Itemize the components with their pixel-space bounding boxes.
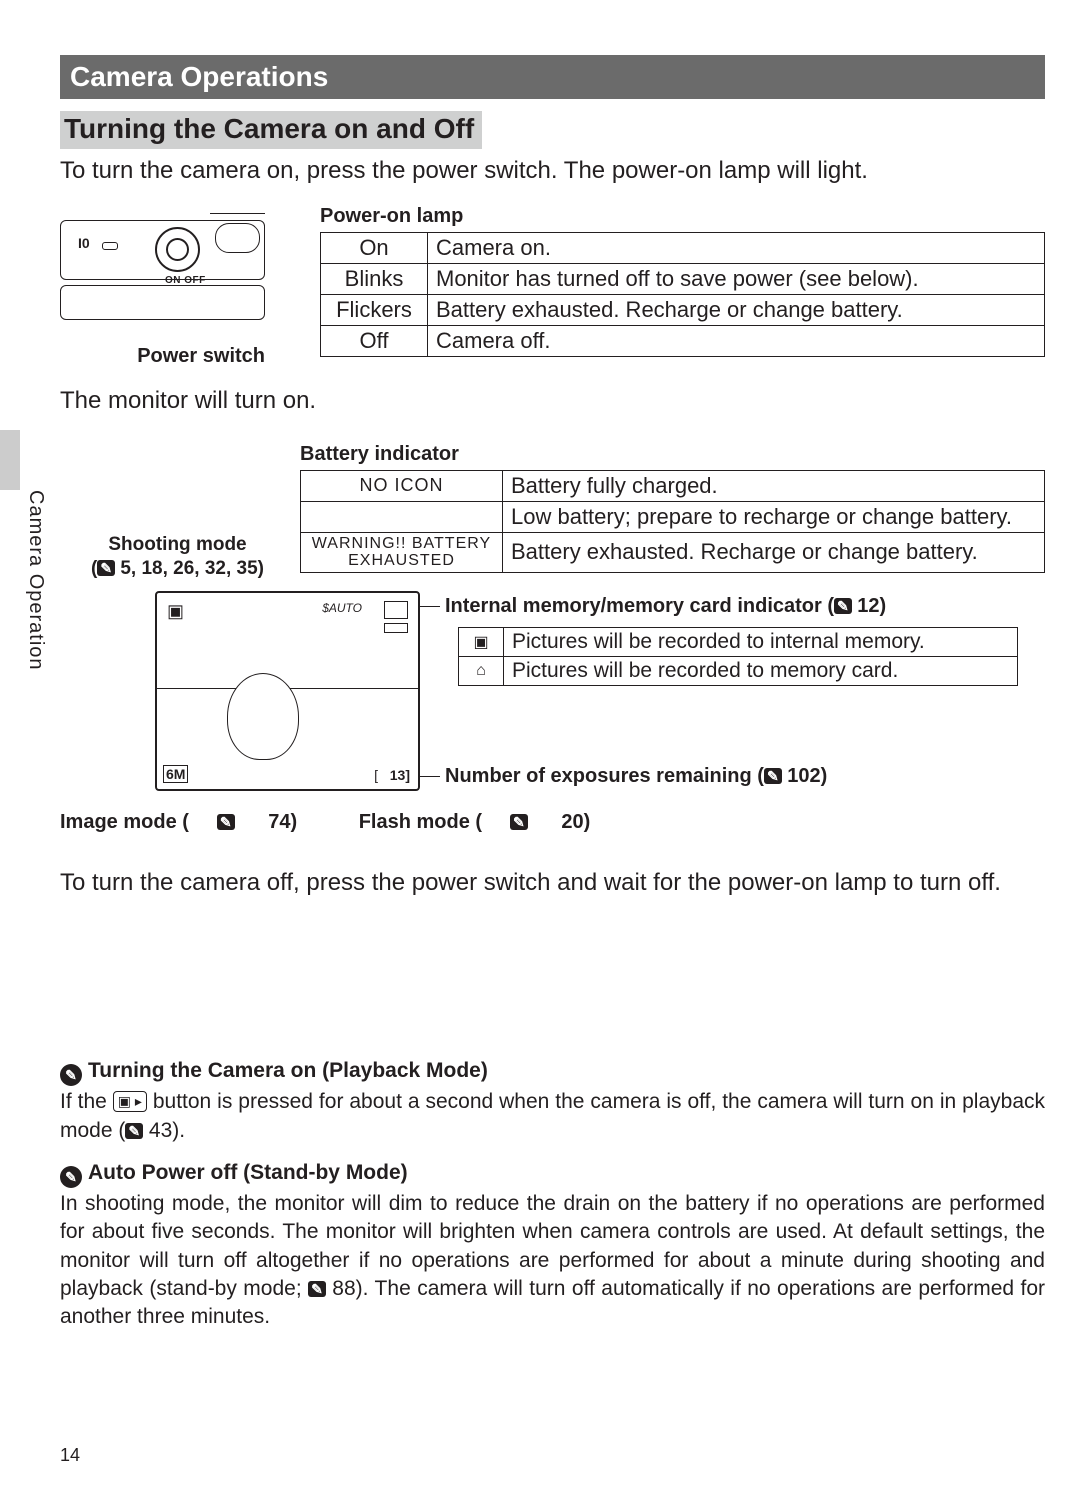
diagram-io-text: I0 — [78, 235, 90, 251]
section-title: Turning the Camera on and Off — [60, 111, 482, 149]
power-on-lamp-table: OnCamera on. BlinksMonitor has turned of… — [320, 232, 1045, 357]
memory-indicator-table: ▣Pictures will be recorded to internal m… — [458, 627, 1018, 686]
table-row: OnCamera on. — [321, 233, 1045, 264]
power-switch-diagram: I0 ON OFF Power switch — [60, 205, 265, 375]
table-row: OffCamera off. — [321, 326, 1045, 357]
lcd-bottom-labels: Image mode (✎ 74) Flash mode (✎ 20) — [60, 811, 646, 834]
reference-icon: ✎ — [834, 598, 852, 614]
table-row: NO ICONBattery fully charged. — [301, 470, 1045, 501]
reference-icon: ✎ — [510, 814, 528, 830]
side-tab-cap — [0, 430, 20, 490]
battery-indicator-table: NO ICONBattery fully charged. Low batter… — [300, 470, 1045, 573]
reference-icon: ✎ — [764, 768, 782, 784]
image-mode-icon: 6M — [163, 765, 188, 783]
lcd-diagram-block: ▣ $AUTO 6M [ 13] Internal memory/memory … — [60, 591, 1045, 861]
table-row: BlinksMonitor has turned off to save pow… — [321, 264, 1045, 295]
lcd-screen: ▣ $AUTO 6M [ 13] — [155, 591, 420, 791]
monitor-on-text: The monitor will turn on. — [60, 385, 1045, 417]
reference-icon: ✎ — [217, 814, 235, 830]
power-on-lamp-block: I0 ON OFF Power switch Power-on lamp OnC… — [60, 205, 1045, 375]
table-row: FlickersBattery exhausted. Recharge or c… — [321, 295, 1045, 326]
playback-button-icon: ▣ ▸ — [113, 1091, 147, 1112]
turn-off-text: To turn the camera off, press the power … — [60, 867, 1045, 899]
table-row: ⌂Pictures will be recorded to memory car… — [459, 656, 1018, 685]
shooting-mode-callout: Shooting mode (✎ 5, 18, 26, 32, 35) — [90, 533, 265, 581]
tip-icon: ✎ — [60, 1064, 82, 1086]
intro-text: To turn the camera on, press the power s… — [60, 155, 1045, 187]
exposure-count: 13] — [390, 767, 410, 783]
memory-indicator-title: Internal memory/memory card indicator (✎… — [445, 595, 886, 618]
table-row: WARNING!! BATTERY EXHAUSTEDBattery exhau… — [301, 532, 1045, 572]
exposure-bracket-icon: [ — [374, 767, 378, 783]
tip-icon: ✎ — [60, 1166, 82, 1188]
page-header: Camera Operations — [60, 55, 1045, 99]
reference-icon: ✎ — [308, 1281, 326, 1297]
side-tab-text: Camera Operation — [24, 490, 47, 671]
exposures-remaining-title: Number of exposures remaining (✎ 102) — [445, 765, 827, 788]
power-switch-label: Power switch — [60, 345, 265, 368]
note-autopower-text: In shooting mode, the monitor will dim t… — [60, 1190, 1045, 1332]
battery-indicator-title: Battery indicator — [300, 443, 1045, 466]
power-on-lamp-title: Power-on lamp — [320, 205, 1045, 228]
battery-indicator-block: Battery indicator NO ICONBattery fully c… — [60, 443, 1045, 573]
flash-mode-label: Flash mode (✎ 20) — [359, 811, 619, 833]
table-row: Low battery; prepare to recharge or chan… — [301, 501, 1045, 532]
note-playback-title: ✎Turning the Camera on (Playback Mode) — [60, 1059, 1045, 1086]
note-playback-text: If the ▣ ▸ button is pressed for about a… — [60, 1088, 1045, 1145]
table-row: ▣Pictures will be recorded to internal m… — [459, 627, 1018, 656]
reference-icon: ✎ — [97, 560, 115, 576]
reference-icon: ✎ — [125, 1123, 143, 1139]
page-number: 14 — [60, 1445, 80, 1466]
note-autopower-title: ✎Auto Power off (Stand-by Mode) — [60, 1161, 1045, 1188]
image-mode-label: Image mode (✎ 74) — [60, 811, 325, 833]
